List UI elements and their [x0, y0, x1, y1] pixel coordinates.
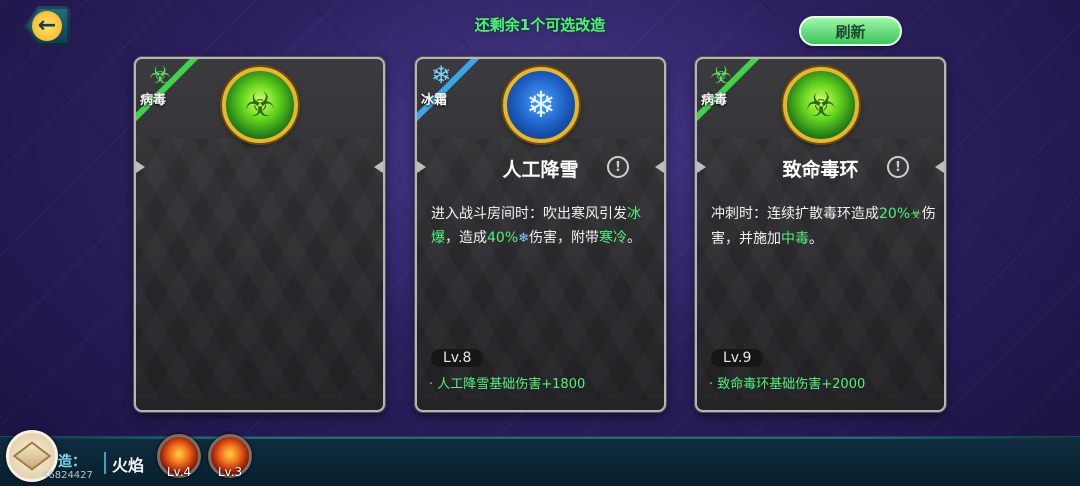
skill-level: Lv.4 — [166, 465, 192, 479]
element-tag: ❄ 冰霜 — [417, 59, 485, 125]
card-pattern — [136, 139, 383, 399]
biohazard-icon: ☣ — [149, 61, 171, 89]
virus-orb-icon: ☣ — [222, 67, 298, 143]
biohazard-icon: ☣ — [710, 61, 732, 89]
biohazard-icon: ☣ — [910, 207, 922, 222]
mod-label: 造： — [58, 454, 86, 470]
element-label-fire: 火焰 — [112, 456, 145, 475]
snowflake-icon: ❄ — [518, 231, 530, 246]
info-icon[interactable]: ! — [607, 156, 629, 178]
desc-highlight: 40% — [487, 230, 519, 246]
remaining-mods-text: 还剩余1个可选改造 — [474, 16, 606, 34]
element-tag: ☣ 病毒 — [136, 59, 204, 125]
desc-highlight: 寒冷 — [599, 230, 628, 246]
mod-card-virus-1[interactable]: ☣ 病毒 ☣ — [134, 57, 385, 412]
player-id: 46824427 — [42, 470, 93, 481]
snowflake-glyph-icon: ❄ — [525, 84, 557, 126]
level-detail: · 致命毒环基础伤害+2000 — [709, 377, 866, 392]
info-icon[interactable]: ! — [887, 156, 909, 178]
refresh-button[interactable]: 刷新 — [799, 16, 902, 46]
tag-label: 冰霜 — [421, 93, 448, 108]
tag-label: 病毒 — [140, 93, 167, 108]
card-notch-left — [136, 161, 145, 173]
fire-skill-icon[interactable]: Lv.4 — [157, 434, 201, 479]
skill-level: Lv.3 — [217, 465, 243, 479]
level-badge: Lv.8 — [431, 349, 484, 367]
cube-icon — [12, 441, 52, 471]
desc-text: 冲刺时：连续扩散毒环造成 — [711, 206, 879, 222]
skill-description: 进入战斗房间时：吹出寒风引发冰爆，造成40%❄伤害，附带寒冷。 — [431, 202, 657, 251]
card-notch-right — [374, 161, 383, 173]
desc-text: ，造成 — [445, 230, 487, 246]
desc-highlight: 中毒 — [781, 231, 809, 247]
level-badge: Lv.9 — [711, 349, 764, 367]
snowflake-orb-icon: ❄ — [503, 67, 579, 143]
element-tag: ☣ 病毒 — [697, 59, 765, 125]
desc-text: 。 — [809, 231, 823, 247]
virus-orb-icon: ☣ — [783, 67, 859, 143]
virus-glyph-icon: ☣ — [244, 85, 276, 125]
tag-label: 病毒 — [701, 93, 728, 108]
snowflake-icon: ❄ — [430, 61, 452, 89]
desc-text: 进入战斗房间时：吹出寒风引发 — [431, 206, 627, 222]
fire-skill-icon[interactable]: Lv.3 — [208, 434, 252, 479]
desc-text: 伤害，附带 — [529, 230, 600, 246]
desc-text: 。 — [627, 230, 642, 246]
desc-highlight: 20% — [879, 206, 911, 222]
level-detail: · 人工降雪基础伤害+1800 — [429, 377, 586, 392]
divider — [104, 452, 106, 474]
mod-card-virus-2[interactable]: ☣ 病毒 ☣ 致命毒环 ! 冲刺时：连续扩散毒环造成20%☣伤害，并施加中毒。 … — [695, 57, 946, 412]
mod-card-frost[interactable]: ❄ 冰霜 ❄ 人工降雪 ! 进入战斗房间时：吹出寒风引发冰爆，造成40%❄伤害，… — [415, 57, 666, 412]
virus-glyph-icon: ☣ — [805, 85, 837, 125]
skill-description: 冲刺时：连续扩散毒环造成20%☣伤害，并施加中毒。 — [711, 202, 937, 251]
